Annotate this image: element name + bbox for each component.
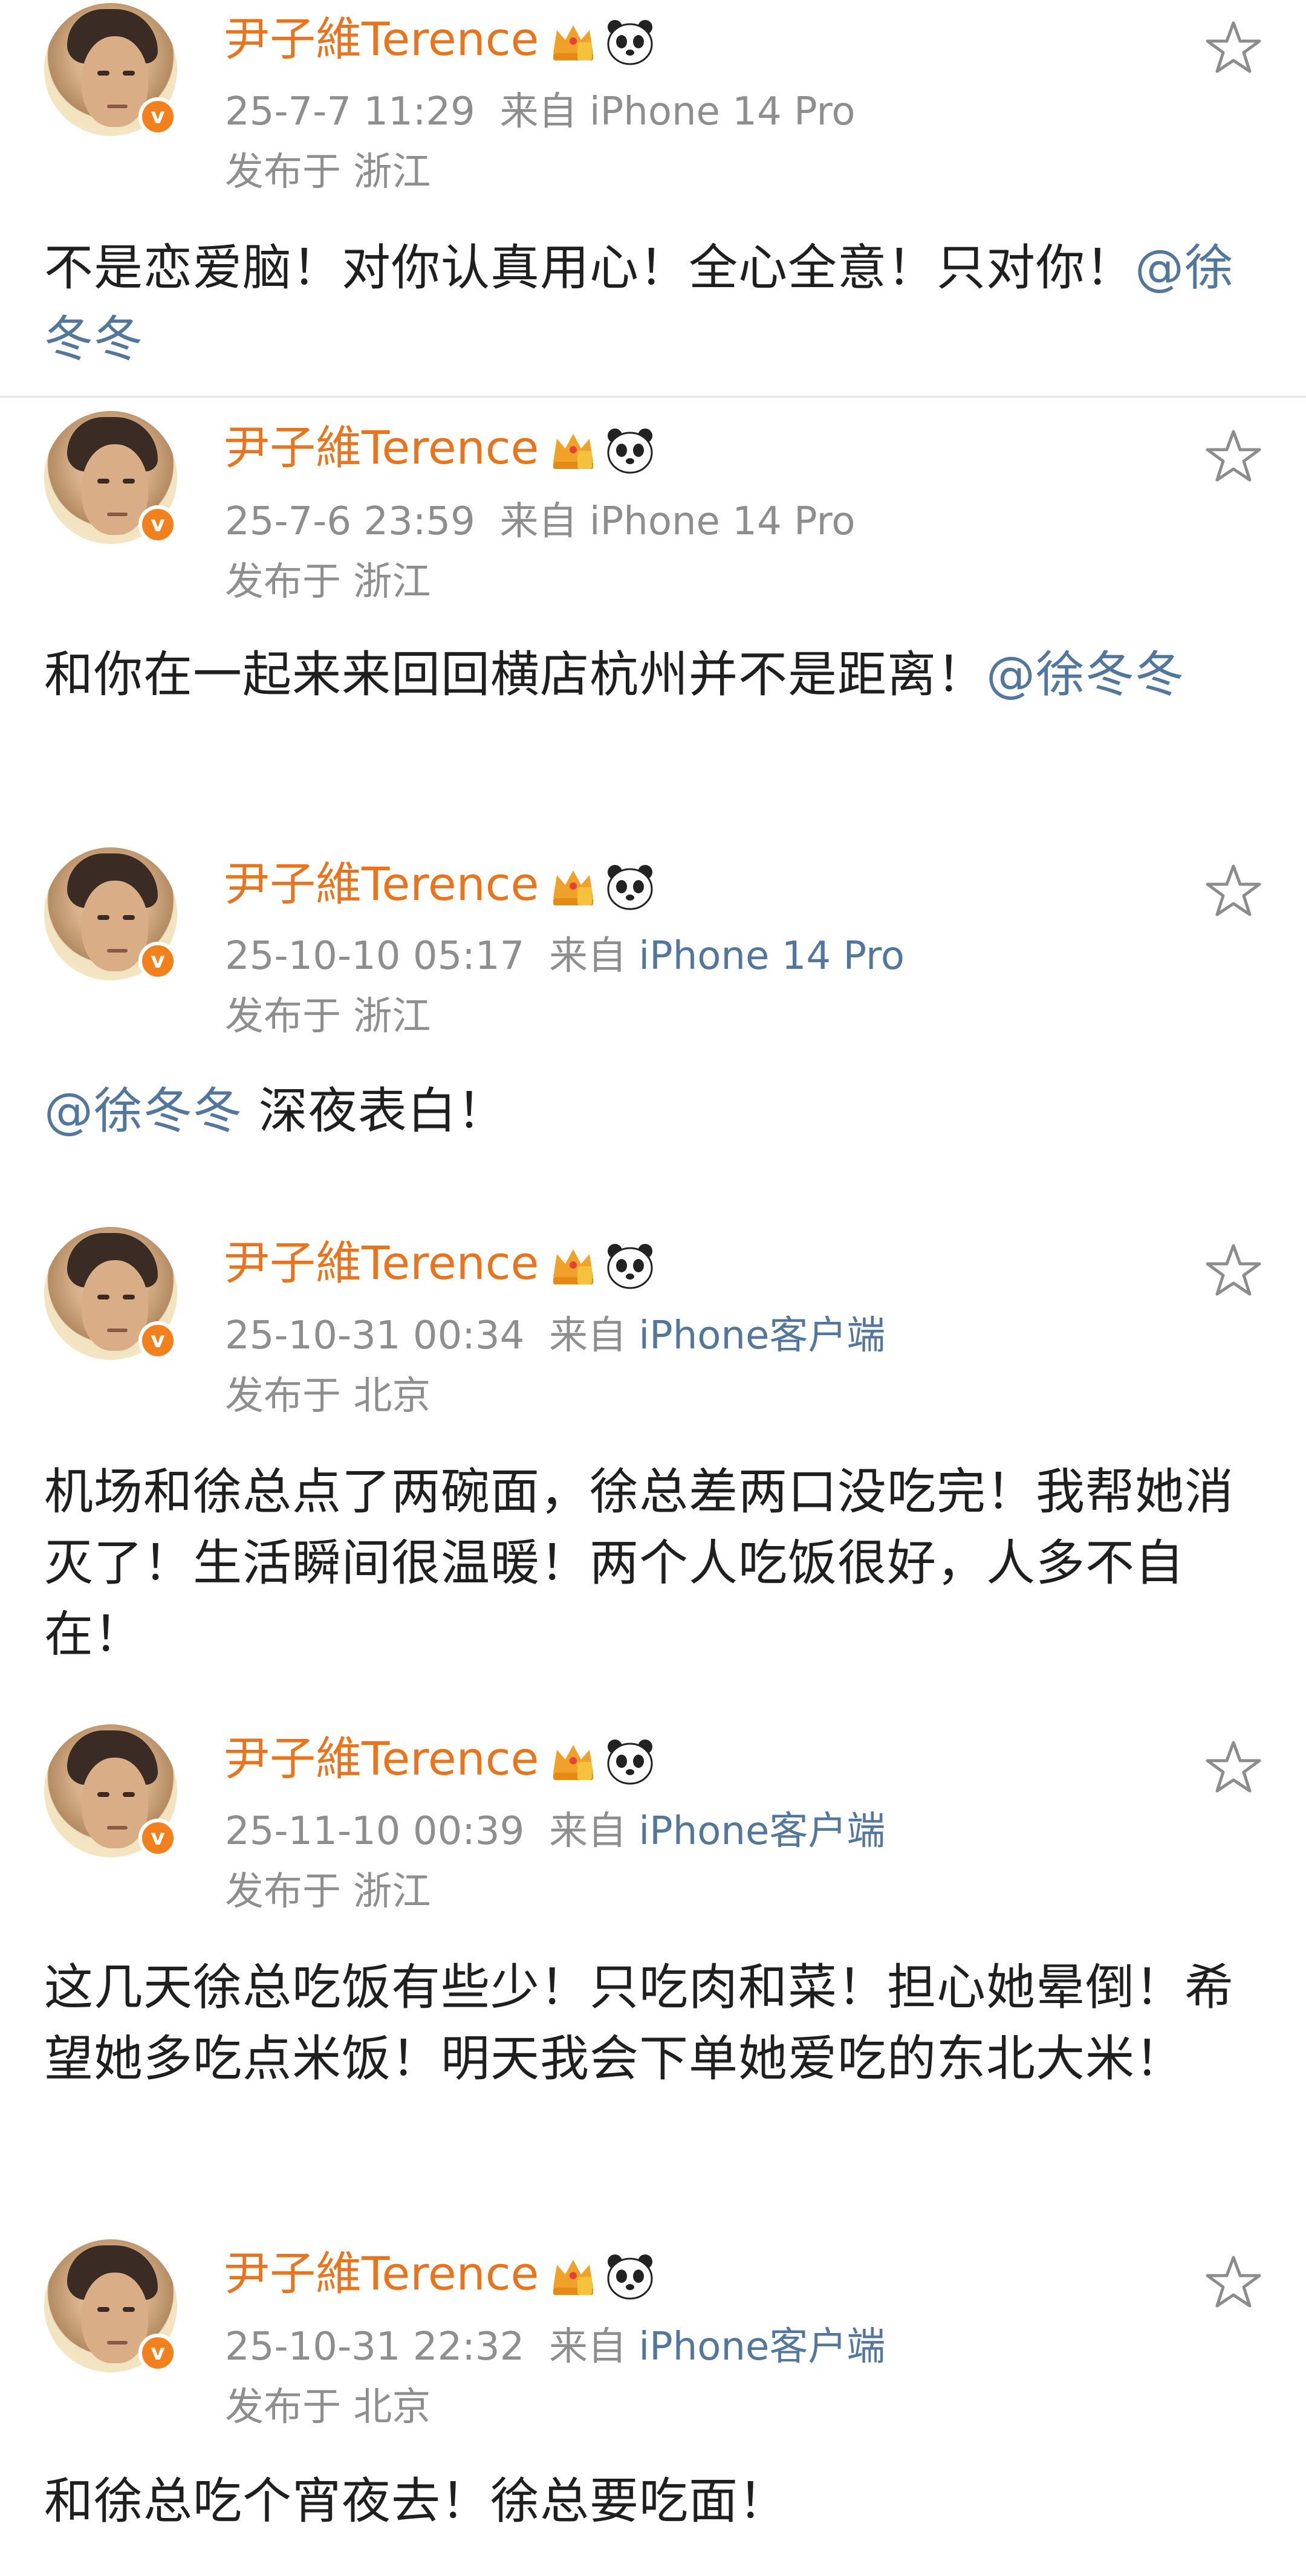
crown-badge-icon (550, 430, 597, 472)
post-meta: 25-10-10 05:17 来自 iPhone 14 Pro (225, 932, 905, 980)
source-prefix: 来自 (548, 2325, 626, 2369)
panda-icon (605, 19, 655, 66)
post-source: iPhone 14 Pro (589, 89, 856, 134)
panda-icon (605, 864, 655, 911)
post-time: 25-7-6 23:59 (225, 499, 475, 544)
star-outline-icon[interactable] (1203, 1241, 1264, 1301)
avatar[interactable]: v (44, 2239, 177, 2372)
weibo-post[interactable]: v 尹子維Terence 25-10-31 22:32 来自 iPhone客户端… (0, 2215, 1306, 2576)
panda-icon (605, 427, 655, 474)
verified-badge-icon: v (138, 942, 177, 980)
source-prefix: 来自 (548, 1313, 626, 1358)
crown-badge-icon (550, 21, 597, 63)
username[interactable]: 尹子維Terence (224, 421, 655, 475)
crown-badge-icon (550, 1741, 597, 1783)
username[interactable]: 尹子維Terence (224, 857, 655, 911)
username-text[interactable]: 尹子維Terence (224, 421, 539, 474)
post-source[interactable]: iPhone客户端 (638, 1809, 885, 1854)
post-meta: 25-11-10 00:39 来自 iPhone客户端 (225, 1807, 885, 1856)
post-meta: 25-7-6 23:59 来自 iPhone 14 Pro (225, 497, 856, 546)
weibo-post[interactable]: v 尹子維Terence 25-10-10 05:17 来自 iPhone 14… (0, 828, 1306, 1191)
post-text: 和你在一起来来回回横店杭州并不是距离！ (44, 647, 987, 704)
mention-link[interactable]: @徐冬冬 (44, 1083, 242, 1140)
avatar[interactable]: v (44, 847, 177, 980)
post-location: 发布于 浙江 (225, 994, 431, 1039)
username[interactable]: 尹子維Terence (224, 2247, 655, 2301)
post-content: 和你在一起来来回回横店杭州并不是距离！@徐冬冬 (44, 639, 1223, 711)
mention-link[interactable]: @徐冬冬 (986, 647, 1184, 704)
username-text[interactable]: 尹子維Terence (224, 1732, 539, 1785)
weibo-post[interactable]: v 尹子維Terence 25-7-6 23:59 来自 iPhone 14 P… (0, 398, 1306, 821)
post-text: 不是恋爱脑！对你认真用心！全心全意！只对你！ (44, 240, 1135, 297)
star-outline-icon[interactable] (1203, 1738, 1264, 1798)
username-text[interactable]: 尹子維Terence (224, 1236, 539, 1290)
post-text: 这几天徐总吃饭有些少！只吃肉和菜！担心她晕倒！希望她多吃点米饭！明天我会下单她爱… (44, 1960, 1235, 2088)
avatar[interactable]: v (44, 3, 177, 136)
panda-icon (605, 1738, 655, 1785)
username[interactable]: 尹子維Terence (224, 12, 655, 66)
verified-badge-icon: v (138, 1321, 177, 1360)
weibo-post[interactable]: v 尹子維Terence 25-11-10 00:39 来自 iPhone客户端… (0, 1701, 1306, 2179)
post-source: iPhone 14 Pro (589, 499, 856, 544)
panda-icon (605, 1243, 655, 1290)
source-prefix: 来自 (548, 1809, 626, 1854)
avatar[interactable]: v (44, 1724, 177, 1857)
star-outline-icon[interactable] (1203, 2253, 1264, 2313)
post-location: 发布于 北京 (225, 1374, 431, 1419)
post-text: 和徐总吃个宵夜去！徐总要吃面！ (44, 2473, 788, 2530)
username-text[interactable]: 尹子維Terence (224, 2247, 539, 2300)
post-time: 25-10-31 00:34 (225, 1313, 525, 1358)
username-text[interactable]: 尹子維Terence (224, 12, 539, 66)
source-prefix: 来自 (499, 89, 577, 134)
crown-badge-icon (550, 866, 597, 908)
post-location: 发布于 浙江 (225, 150, 431, 195)
username[interactable]: 尹子維Terence (224, 1732, 655, 1786)
username[interactable]: 尹子維Terence (224, 1236, 655, 1290)
source-prefix: 来自 (499, 499, 577, 544)
post-source[interactable]: iPhone客户端 (638, 2325, 885, 2369)
verified-badge-icon: v (138, 505, 177, 544)
crown-badge-icon (550, 1245, 597, 1287)
post-content: 不是恋爱脑！对你认真用心！全心全意！只对你！@徐冬冬 (44, 233, 1272, 375)
post-text: 机场和徐总点了两碗面，徐总差两口没吃完！我帮她消灭了！生活瞬间很温暖！两个人吃饭… (44, 1464, 1235, 1663)
avatar[interactable]: v (44, 411, 177, 544)
post-time: 25-11-10 00:39 (225, 1809, 525, 1854)
post-content: 和徐总吃个宵夜去！徐总要吃面！ (44, 2466, 1272, 2537)
post-meta: 25-7-7 11:29 来自 iPhone 14 Pro (225, 88, 856, 136)
post-location: 发布于 浙江 (225, 1869, 431, 1914)
post-meta: 25-10-31 00:34 来自 iPhone客户端 (225, 1312, 885, 1360)
post-text: 深夜表白！ (242, 1083, 507, 1140)
post-time: 25-10-31 22:32 (225, 2325, 525, 2369)
crown-badge-icon (550, 2256, 597, 2298)
star-outline-icon[interactable] (1203, 18, 1264, 79)
avatar[interactable]: v (44, 1227, 177, 1360)
verified-badge-icon: v (138, 1819, 177, 1857)
post-meta: 25-10-31 22:32 来自 iPhone客户端 (225, 2323, 885, 2371)
post-time: 25-10-10 05:17 (225, 934, 525, 979)
star-outline-icon[interactable] (1203, 427, 1264, 487)
post-time: 25-7-7 11:29 (225, 89, 475, 134)
source-prefix: 来自 (548, 934, 626, 979)
post-location: 发布于 浙江 (225, 560, 431, 604)
post-content: 机场和徐总点了两碗面，徐总差两口没吃完！我帮她消灭了！生活瞬间很温暖！两个人吃饭… (44, 1457, 1272, 1671)
post-source[interactable]: iPhone客户端 (638, 1313, 885, 1358)
verified-badge-icon: v (138, 97, 177, 136)
post-content: @徐冬冬 深夜表白！ (44, 1076, 1272, 1147)
star-outline-icon[interactable] (1203, 861, 1264, 922)
username-text[interactable]: 尹子維Terence (224, 857, 539, 911)
weibo-post[interactable]: v 尹子維Terence 25-7-7 11:29 来自 iPhone 14 P… (0, 0, 1306, 396)
post-source[interactable]: iPhone 14 Pro (638, 934, 905, 979)
verified-badge-icon: v (138, 2334, 177, 2372)
post-location: 发布于 北京 (225, 2385, 431, 2430)
panda-icon (605, 2253, 655, 2300)
weibo-post[interactable]: v 尹子維Terence 25-10-31 00:34 来自 iPhone客户端… (0, 1206, 1306, 1689)
post-content: 这几天徐总吃饭有些少！只吃肉和菜！担心她晕倒！希望她多吃点米饭！明天我会下单她爱… (44, 1952, 1272, 2095)
